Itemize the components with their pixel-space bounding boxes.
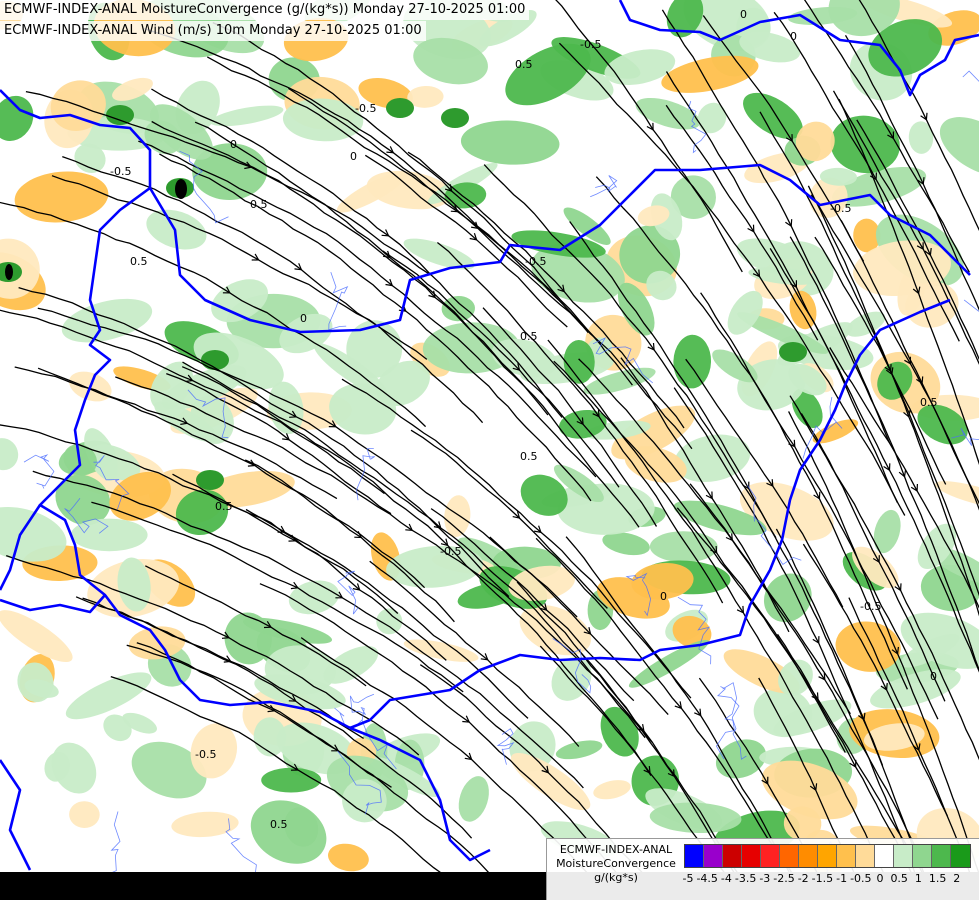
contour-label: 0.5 — [520, 450, 538, 463]
extreme-convergence-patch — [5, 264, 13, 280]
contour-label: -0.5 — [440, 545, 461, 558]
contour-label: -0.5 — [860, 600, 881, 613]
legend-swatch — [704, 845, 723, 867]
legend-swatch — [685, 845, 704, 867]
map-title-convergence: ECMWF-INDEX-ANAL MoistureConvergence (g/… — [0, 0, 530, 20]
contour-label: 0 — [660, 590, 667, 603]
weather-map[interactable]: 0.5 0 -0.5 0.5 -0.5 0 -0.5 0.5 0 -0.5 0.5 -0.5 0 0.5 -… — [0, 0, 979, 872]
contour-label: 0 — [790, 30, 797, 43]
contour-label: 0.5 — [515, 58, 533, 71]
legend-source: ECMWF-INDEX-ANAL — [559, 843, 673, 856]
legend-swatch — [894, 845, 913, 867]
legend-swatch — [913, 845, 932, 867]
contour-label: 0.5 — [520, 330, 538, 343]
legend-swatch — [799, 845, 818, 867]
legend-tick: -2.5 — [773, 872, 795, 885]
legend-swatch — [761, 845, 780, 867]
contour-label: -0.5 — [580, 38, 601, 51]
legend-tick: 0.5 — [890, 872, 908, 885]
map-viewer: 0.5 0 -0.5 0.5 -0.5 0 -0.5 0.5 0 -0.5 0.5 -0.5 0 0.5-… — [0, 0, 979, 900]
contour-label: 0.5 — [250, 198, 268, 211]
legend-swatch — [780, 845, 799, 867]
legend-tick: -1.5 — [811, 872, 834, 885]
contour-label: 0.5 — [270, 818, 288, 831]
extreme-convergence-patch — [175, 179, 187, 199]
legend-tick: -3 — [759, 872, 771, 885]
contour-label: 0 — [930, 670, 937, 683]
contour-label: 0 — [740, 8, 747, 21]
map-title-wind: ECMWF-INDEX-ANAL Wind (m/s) 10m Monday 2… — [0, 21, 426, 41]
legend-color-bar — [684, 844, 971, 868]
contour-label: 0.5 — [215, 500, 233, 513]
legend-tick: 1.5 — [928, 872, 947, 885]
legend-unit: g/(kg*s) — [594, 871, 638, 884]
convergence-patch — [70, 518, 148, 552]
legend-tick-labels: -5 -4.5 -4 -3.5 -3 -2.5 -2 -1.5 -1 -0.5 0 0.5 1 1.5 2 — [682, 872, 979, 888]
contour-label: 0 — [230, 138, 237, 151]
contour-label: -0.5 — [110, 165, 131, 178]
contour-label: -0.5 — [830, 202, 851, 215]
contour-label: -0.5 — [525, 255, 546, 268]
color-legend: ECMWF-INDEX-ANAL MoistureConvergence g/(… — [546, 838, 979, 900]
legend-swatch — [951, 845, 970, 867]
legend-title: ECMWF-INDEX-ANAL MoistureConvergence g/(… — [551, 843, 681, 885]
legend-tick: 0 — [876, 872, 884, 885]
legend-tick: -5 — [682, 872, 694, 885]
contour-label: 0.5 — [130, 255, 148, 268]
strong-convergence-patch — [196, 470, 224, 490]
strong-convergence-patch — [441, 108, 469, 128]
legend-swatch — [818, 845, 837, 867]
legend-tick: -0.5 — [850, 872, 872, 885]
strong-convergence-patch — [386, 98, 414, 118]
contour-label: -0.5 — [355, 102, 376, 115]
strong-convergence-patch — [201, 350, 229, 370]
strong-convergence-patch — [106, 105, 134, 125]
legend-tick: -1 — [836, 872, 848, 885]
strong-convergence-patch — [779, 342, 807, 362]
contour-label: 0 — [300, 312, 307, 325]
contour-label: 0.5 — [920, 396, 938, 409]
legend-swatch — [742, 845, 761, 867]
legend-swatch — [837, 845, 856, 867]
legend-tick: -3.5 — [734, 872, 757, 885]
contour-label: -0.5 — [195, 748, 216, 761]
legend-tick: 1 — [914, 872, 922, 885]
legend-parameter: MoistureConvergence — [556, 857, 676, 870]
legend-swatch — [723, 845, 742, 867]
contour-label: 0 — [350, 150, 357, 163]
legend-swatch — [875, 845, 894, 867]
legend-tick: -2 — [797, 872, 809, 885]
legend-swatch — [932, 845, 951, 867]
legend-swatch — [856, 845, 875, 867]
legend-tick: -4 — [720, 872, 732, 885]
legend-tick: -4.5 — [696, 872, 718, 885]
legend-tick: 2 — [953, 872, 961, 885]
